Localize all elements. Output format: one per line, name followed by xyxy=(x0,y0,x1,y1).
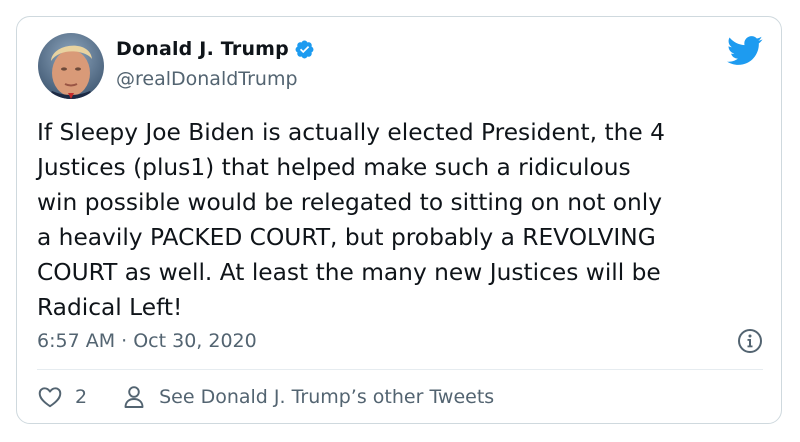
tweet-text: If Sleepy Joe Biden is actually elected … xyxy=(37,119,665,321)
tweet-meta-row: 6:57 AM · Oct 30, 2020 xyxy=(37,324,763,358)
tweet-timestamp[interactable]: 6:57 AM · Oct 30, 2020 xyxy=(37,330,257,352)
like-button[interactable]: 2 xyxy=(37,384,87,410)
divider xyxy=(37,369,763,370)
tweet-card: Donald J. Trump @realDonaldTrump If Slee… xyxy=(16,16,782,424)
person-icon xyxy=(123,385,145,409)
avatar[interactable] xyxy=(38,33,104,99)
heart-icon xyxy=(37,384,63,410)
like-count: 2 xyxy=(75,386,88,408)
see-other-tweets-link[interactable]: See Donald J. Trump’s other Tweets xyxy=(123,385,494,409)
verified-badge-icon xyxy=(294,39,315,60)
avatar-image xyxy=(38,33,104,99)
author-display-name[interactable]: Donald J. Trump xyxy=(116,38,289,60)
tweet-actions: 2 See Donald J. Trump’s other Tweets xyxy=(37,379,494,415)
author-handle[interactable]: @realDonaldTrump xyxy=(116,68,298,90)
info-icon[interactable] xyxy=(737,328,763,354)
author-name-row: Donald J. Trump xyxy=(116,38,315,60)
see-other-tweets-text: See Donald J. Trump’s other Tweets xyxy=(159,386,495,408)
twitter-bird-icon[interactable] xyxy=(727,36,763,66)
